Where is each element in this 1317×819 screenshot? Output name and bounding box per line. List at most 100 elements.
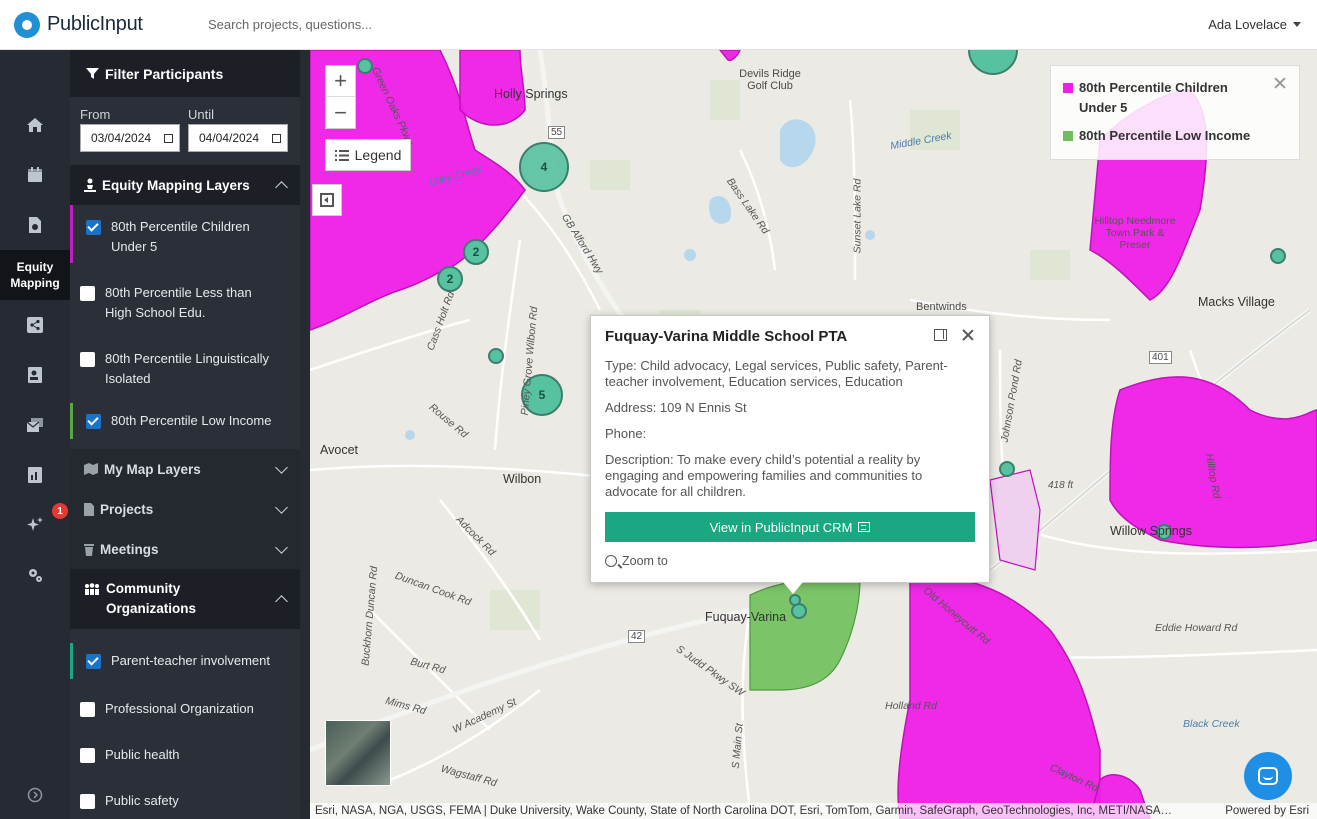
cluster-count[interactable]: 2 (473, 245, 480, 259)
list-icon (858, 522, 871, 532)
brand-logo[interactable]: PublicInput (14, 11, 194, 38)
project-file-icon (84, 502, 94, 516)
org-checkbox[interactable] (80, 702, 95, 717)
calendar-icon (28, 167, 42, 182)
map-layers-icon (84, 463, 98, 475)
projects-title: Projects (100, 501, 154, 517)
basemap-toggle[interactable] (325, 720, 391, 786)
layer-checkbox[interactable] (80, 286, 95, 301)
org-item-professional[interactable]: Professional Organization (70, 687, 300, 733)
user-menu[interactable]: Ada Lovelace (1208, 17, 1301, 32)
org-label: Public health (105, 747, 180, 762)
org-checkbox[interactable] (80, 748, 95, 763)
org-item-public-safety[interactable]: Public safety (70, 779, 300, 819)
zoom-control: + − (325, 65, 356, 129)
legend-swatch (1063, 83, 1073, 93)
layer-item-low-income[interactable]: 80th Percentile Low Income (70, 403, 300, 449)
view-in-crm-button[interactable]: View in PublicInput CRM (605, 512, 975, 542)
map-view[interactable]: 4 2 2 5 Holly Springs Devils Ridge Golf … (310, 50, 1317, 819)
org-label: Parent-teacher involvement (111, 653, 270, 668)
layer-item-children-under-5[interactable]: 80th Percentile Children Under 5 (70, 205, 300, 271)
nav-messages[interactable] (0, 400, 70, 450)
org-item-parent-teacher[interactable]: Parent-teacher involvement (70, 629, 300, 687)
from-date-value: 03/04/2024 (91, 131, 152, 145)
collapse-left-icon (320, 193, 334, 207)
place-wilbon: Wilbon (503, 472, 542, 486)
filter-panel: Filter Participants From 03/04/2024 Unti… (70, 50, 310, 819)
cluster-count[interactable]: 2 (447, 272, 454, 286)
legend-item: 80th Percentile Children Under 5 (1063, 78, 1287, 118)
my-map-layers-header[interactable]: My Map Layers (70, 449, 300, 489)
powered-by[interactable]: Powered by Esri (1225, 803, 1309, 819)
org-label: Public safety (105, 793, 179, 808)
road-eddie-howard: Eddie Howard Rd (1155, 622, 1238, 634)
my-map-layers-title: My Map Layers (104, 461, 201, 477)
map-attribution: Esri, NASA, NGA, USGS, FEMA | Duke Unive… (310, 803, 1317, 819)
search-bar (208, 17, 1208, 32)
filter-title: Filter Participants (105, 65, 224, 82)
legend-label: 80th Percentile Children Under 5 (1079, 80, 1228, 115)
dock-icon[interactable] (934, 329, 947, 341)
community-orgs-header[interactable]: Community Organizations (70, 569, 300, 629)
from-date-input[interactable]: 03/04/2024 (80, 124, 180, 152)
legend-button[interactable]: Legend (325, 139, 411, 171)
list-icon (334, 149, 349, 161)
search-input[interactable] (208, 17, 608, 32)
stream-black-creek: Black Creek (1183, 718, 1240, 730)
route-shield-401: 401 (1149, 351, 1172, 364)
nav-share[interactable] (0, 300, 70, 350)
layer-item-less-than-hs[interactable]: 80th Percentile Less than High School Ed… (70, 271, 300, 337)
zoom-out-button[interactable]: − (326, 97, 355, 128)
nav-home[interactable] (0, 100, 70, 150)
legend-panel: 80th Percentile Children Under 5 80th Pe… (1050, 65, 1300, 160)
layer-accent (70, 205, 73, 263)
nav-calendar[interactable] (0, 150, 70, 200)
cluster-count[interactable]: 5 (539, 388, 546, 402)
until-date-input[interactable]: 04/04/2024 (188, 124, 288, 152)
elevation-label: 418 ft (1048, 480, 1074, 491)
until-date-group: Until 04/04/2024 (188, 107, 288, 152)
top-bar: PublicInput Ada Lovelace (0, 0, 1317, 50)
chat-launcher-button[interactable] (1244, 752, 1292, 800)
org-checkbox[interactable] (80, 794, 95, 809)
brand-name: PublicInput (47, 13, 143, 35)
layer-checkbox[interactable] (86, 414, 101, 429)
nav-rail: Equity Mapping 1 (0, 50, 70, 819)
layer-label: 80th Percentile Linguistically Isolated (105, 351, 270, 386)
chevron-down-icon (275, 460, 288, 474)
org-checkbox[interactable] (86, 654, 101, 669)
popup-type: Type: Child advocacy, Legal services, Pu… (605, 358, 948, 389)
place-holly-springs: Holly Springs (494, 87, 568, 101)
close-icon[interactable] (961, 328, 975, 342)
nav-expand[interactable] (0, 770, 70, 819)
place-hilltop-park: Hilltop Needmore Town Park & Preser (1094, 215, 1176, 251)
crm-button-label: View in PublicInput CRM (709, 519, 853, 535)
equity-layers-header[interactable]: Equity Mapping Layers (70, 165, 300, 205)
road-holland: Holland Rd (885, 700, 937, 712)
nav-contacts[interactable] (0, 350, 70, 400)
zoom-to-button[interactable]: Zoom to (605, 554, 975, 568)
nav-settings[interactable] (0, 550, 70, 600)
cluster-count[interactable]: 4 (541, 160, 548, 174)
layer-checkbox[interactable] (80, 352, 95, 367)
notification-badge: 1 (52, 503, 68, 519)
nav-reports[interactable] (0, 450, 70, 500)
document-icon (29, 217, 41, 233)
org-item-public-health[interactable]: Public health (70, 733, 300, 779)
legend-label: 80th Percentile Low Income (1079, 128, 1251, 143)
panel-scrollbar[interactable] (300, 50, 310, 819)
collapse-panel-button[interactable] (312, 184, 342, 216)
road-sunset-lake: Sunset Lake Rd (851, 178, 864, 254)
sparkle-icon (27, 517, 43, 531)
zoom-in-button[interactable]: + (326, 66, 355, 97)
close-icon[interactable] (1273, 76, 1287, 90)
nav-equity-mapping[interactable]: Equity Mapping (0, 250, 70, 300)
layer-checkbox[interactable] (86, 220, 101, 235)
projects-header[interactable]: Projects (70, 489, 300, 529)
zoom-to-label: Zoom to (622, 554, 668, 568)
layer-item-linguistically-isolated[interactable]: 80th Percentile Linguistically Isolated (70, 337, 300, 403)
chevron-down-icon (275, 540, 288, 554)
nav-documents[interactable] (0, 200, 70, 250)
meetings-header[interactable]: Meetings (70, 529, 300, 569)
layer-label: 80th Percentile Children Under 5 (111, 219, 250, 254)
